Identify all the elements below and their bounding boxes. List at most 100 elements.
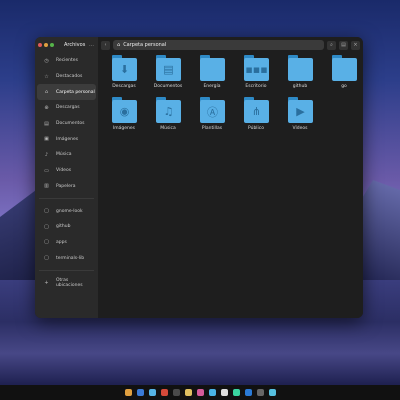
folder-icon [287, 55, 313, 81]
dock-app-icon[interactable] [232, 389, 240, 396]
folder-icon [331, 55, 357, 81]
back-button[interactable]: ‹ [101, 40, 110, 50]
dock [0, 385, 400, 400]
dock-app-icon[interactable] [244, 389, 252, 396]
sidebar-item-descargas[interactable]: ⊕ Descargas [37, 100, 96, 116]
folder-documentos[interactable]: ▤ Documentos [146, 55, 190, 89]
sidebar-item-label: Imágenes [56, 136, 79, 142]
folder-plantillas[interactable]: Ⓐ Plantillas [190, 97, 234, 131]
sidebar-item-vídeos[interactable]: ▭ Vídeos [37, 163, 96, 179]
dock-app-icon[interactable] [268, 389, 276, 396]
path-bar[interactable]: ⌂ Carpeta personal [113, 40, 324, 50]
folder-emblem-icon: ⬇ [112, 58, 137, 81]
folder-icon: ◉ [111, 97, 137, 123]
document-icon: ▤ [44, 120, 49, 127]
dock-app-icon[interactable] [220, 389, 228, 396]
path-label: Carpeta personal [123, 42, 167, 48]
sidebar-item-música[interactable]: ♪ Música [37, 147, 96, 163]
sidebar-bookmark-terminals-lib[interactable]: ▢ terminals-lib [37, 250, 96, 266]
folder-icon: ▤ [155, 55, 181, 81]
search-button[interactable]: ⌕ [327, 40, 336, 50]
sidebar-places: ◷ Recientes ☆ Destacados ⌂ Carpeta personal ⊕ D… [35, 53, 98, 194]
sidebar-item-other-locations[interactable]: + Otras ubicaciones [37, 275, 96, 291]
sidebar-item-label: Carpeta personal [56, 89, 95, 95]
close-window-button[interactable] [38, 43, 42, 47]
folder-icon: ▢ [44, 255, 49, 262]
folder-icon: Ⓐ [199, 97, 225, 123]
folder-emblem-icon: ♫ [156, 100, 181, 123]
window-close-button[interactable]: × [351, 40, 360, 50]
folder-icon: ▢ [44, 223, 49, 230]
sidebar-item-label: gnome-look [56, 208, 83, 214]
music-icon: ♪ [44, 151, 49, 158]
sidebar-item-label: Papelera [56, 183, 76, 189]
folder-energía[interactable]: Energía [190, 55, 234, 89]
sidebar-item-label: terminals-lib [56, 255, 85, 261]
sidebar-item-carpeta-personal[interactable]: ⌂ Carpeta personal [37, 84, 96, 101]
dock-app-icon[interactable] [160, 389, 168, 396]
folder-vídeos[interactable]: ▶ Vídeos [278, 97, 322, 131]
sidebar-separator [39, 269, 94, 271]
dock-app-icon[interactable] [136, 389, 144, 396]
sidebar-item-recientes[interactable]: ◷ Recientes [37, 53, 96, 69]
sidebar-item-destacados[interactable]: ☆ Destacados [37, 69, 96, 85]
sidebar-separator [39, 198, 94, 200]
folder-label: Música [160, 126, 176, 131]
folder-label: Plantillas [201, 126, 223, 131]
app-menu-button[interactable]: … [89, 42, 94, 48]
sidebar-item-label: Descargas [56, 105, 80, 111]
folder-descargas[interactable]: ⬇ Descargas [102, 55, 146, 89]
sidebar-item-papelera[interactable]: ▥ Papelera [37, 179, 96, 195]
sidebar-bookmark-apps[interactable]: ▢ apps [37, 235, 96, 251]
sidebar-item-documentos[interactable]: ▤ Documentos [37, 116, 96, 132]
folder-música[interactable]: ♫ Música [146, 97, 190, 131]
folder-público[interactable]: ⋔ Público [234, 97, 278, 131]
star-icon: ☆ [44, 73, 49, 80]
dock-app-icon[interactable] [196, 389, 204, 396]
maximize-window-button[interactable] [50, 43, 54, 47]
folder-icon: ⋔ [243, 97, 269, 123]
folder-icon [199, 55, 225, 81]
trash-icon: ▥ [44, 183, 49, 190]
sidebar-bookmark-gnome-look[interactable]: ▢ gnome-look [37, 203, 96, 219]
view-menu-button[interactable]: ▤ [339, 40, 348, 50]
clock-icon: ◷ [44, 57, 49, 64]
folder-escritorio[interactable]: ▪▪▪ Escritorio [234, 55, 278, 89]
sidebar-item-imágenes[interactable]: ▣ Imágenes [37, 131, 96, 147]
folder-emblem-icon: ⋔ [244, 100, 269, 123]
sidebar-item-label: Documentos [56, 121, 85, 127]
image-icon: ▣ [44, 136, 49, 143]
folder-emblem-icon: ▪▪▪ [244, 58, 269, 81]
video-icon: ▭ [44, 167, 49, 174]
folder-emblem-icon: ◉ [112, 100, 137, 123]
sidebar-item-label: Otras ubicaciones [55, 277, 83, 288]
minimize-window-button[interactable] [44, 43, 48, 47]
folder-label: Público [247, 126, 265, 131]
toolbar: ‹ ⌂ Carpeta personal ⌕ ▤ × [98, 37, 363, 53]
folder-emblem-icon [332, 58, 357, 81]
dock-app-icon[interactable] [172, 389, 180, 396]
plus-icon: + [44, 279, 49, 286]
folder-label: github [292, 84, 308, 89]
folder-label: Vídeos [292, 126, 308, 131]
dock-app-icon[interactable] [184, 389, 192, 396]
main-pane: ‹ ⌂ Carpeta personal ⌕ ▤ × ⬇ Descargas ▤ Do… [98, 37, 363, 318]
folder-emblem-icon [200, 58, 225, 81]
folder-emblem-icon [288, 58, 313, 81]
dock-app-icon[interactable] [208, 389, 216, 396]
dock-app-icon[interactable] [256, 389, 264, 396]
dock-app-icon[interactable] [124, 389, 132, 396]
folder-emblem-icon: Ⓐ [200, 100, 225, 123]
folder-github[interactable]: github [278, 55, 322, 89]
dock-app-icon[interactable] [148, 389, 156, 396]
folder-go[interactable]: go [322, 55, 363, 89]
folder-label: Imágenes [112, 126, 136, 131]
app-title: Archivos [64, 42, 86, 48]
folder-label: Escritorio [245, 84, 267, 89]
folder-imágenes[interactable]: ◉ Imágenes [102, 97, 146, 131]
sidebar-bookmarks: ▢ gnome-look ▢ github ▢ apps ▢ terminals-lib [35, 203, 98, 266]
sidebar-bookmark-github[interactable]: ▢ github [37, 219, 96, 235]
sidebar-item-label: Destacados [56, 74, 83, 80]
folder-icon: ▪▪▪ [243, 55, 269, 81]
home-icon: ⌂ [117, 42, 121, 48]
